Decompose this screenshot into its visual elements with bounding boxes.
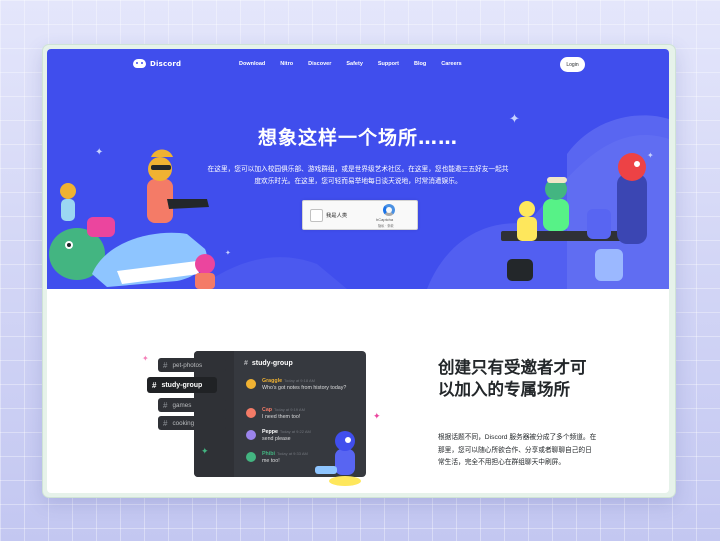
captcha-terms-link[interactable]: 隐私 · 条款 (378, 223, 394, 228)
discord-page: ✦ ✦ ✦ ✦ Discord Download Nitro Discover … (47, 49, 669, 493)
avatar (246, 379, 256, 389)
message-text: Who's got notes from history today? (262, 385, 347, 391)
nav-link-discover[interactable]: Discover (308, 61, 331, 67)
chat-character-illustration (315, 431, 361, 486)
message-author: Cap Today at 9:19 AM (262, 407, 305, 413)
message-time: Today at 9:19 AM (274, 407, 305, 412)
avatar (246, 430, 256, 440)
sparkle-icon: ✦ (142, 354, 149, 363)
message-author: Peppe Today at 9:22 AM (262, 429, 311, 435)
hero-title: 想象这样一个场所…… (257, 127, 458, 149)
section-title: 创建只有受邀者才可以加入的专属场所 (438, 358, 587, 399)
channel-label: games (172, 401, 192, 409)
channel-study-group[interactable]: # study-group (147, 377, 217, 393)
channel-games[interactable]: # games (158, 398, 226, 412)
top-nav: Discord Download Nitro Discover Safety S… (47, 49, 669, 83)
login-button[interactable]: Login (560, 57, 585, 72)
nav-link-careers[interactable]: Careers (441, 61, 462, 67)
sparkle-icon: ✦ (201, 446, 209, 456)
hash-icon: # (152, 380, 157, 390)
section-description: 根据话题不同，Discord 服务器被分成了多个频道。在那里，您可以随心所欲合作… (438, 434, 597, 466)
nav-link-nitro[interactable]: Nitro (280, 61, 293, 67)
chat-header-channel: study-group (251, 360, 293, 367)
captcha-brand: hCaptcha (376, 217, 394, 222)
hcaptcha-widget: 我是人类 hCaptcha 隐私 · 条款 (302, 200, 418, 230)
message-author: Phibi Today at 9:33 AM (262, 451, 308, 457)
author-name: Graggle (262, 378, 283, 384)
sparkle-icon: ✦ (225, 250, 231, 257)
avatar (246, 452, 256, 462)
hero-description: 在这里，您可以加入校园俱乐部、游戏群组，或是世界级艺术社区。在这里，您也能邀三五… (207, 166, 509, 185)
author-name: Phibi (262, 451, 275, 457)
nav-link-blog[interactable]: Blog (414, 61, 426, 67)
nav-link-download[interactable]: Download (239, 61, 265, 67)
hash-icon: # (163, 400, 168, 410)
channel-label: study-group (161, 381, 203, 389)
discord-logo-icon (133, 59, 146, 68)
brand-name: Discord (150, 59, 182, 68)
avatar (246, 408, 256, 418)
captcha-checkbox[interactable] (310, 209, 323, 222)
chat-header: # study-group (244, 360, 293, 367)
message-time: Today at 9:33 AM (276, 451, 308, 456)
hash-icon: # (163, 360, 168, 370)
channel-label: cooking (172, 419, 195, 427)
hcaptcha-logo-icon (383, 204, 395, 216)
author-name: Peppe (262, 429, 278, 435)
hero-section: ✦ ✦ ✦ ✦ Discord Download Nitro Discover … (47, 49, 669, 289)
message-author: Graggle Today at 9:18 AM (262, 378, 315, 384)
nav-links: Download Nitro Discover Safety Support B… (239, 61, 477, 67)
sparkle-icon: ✦ (373, 411, 381, 421)
author-name: Cap (262, 407, 273, 413)
message-time: Today at 9:18 AM (284, 378, 315, 383)
nav-link-safety[interactable]: Safety (346, 61, 363, 67)
captcha-label: 我是人类 (326, 213, 348, 219)
channel-cooking[interactable]: # cooking (158, 416, 226, 430)
hash-icon: # (244, 360, 248, 367)
discord-logo[interactable]: Discord (133, 59, 181, 68)
nav-link-support[interactable]: Support (378, 61, 399, 67)
channel-pet-photos[interactable]: # pet-photos (158, 358, 226, 372)
sparkle-icon: ✦ (647, 151, 654, 160)
channel-label: pet-photos (172, 361, 203, 369)
hash-icon: # (163, 418, 168, 428)
